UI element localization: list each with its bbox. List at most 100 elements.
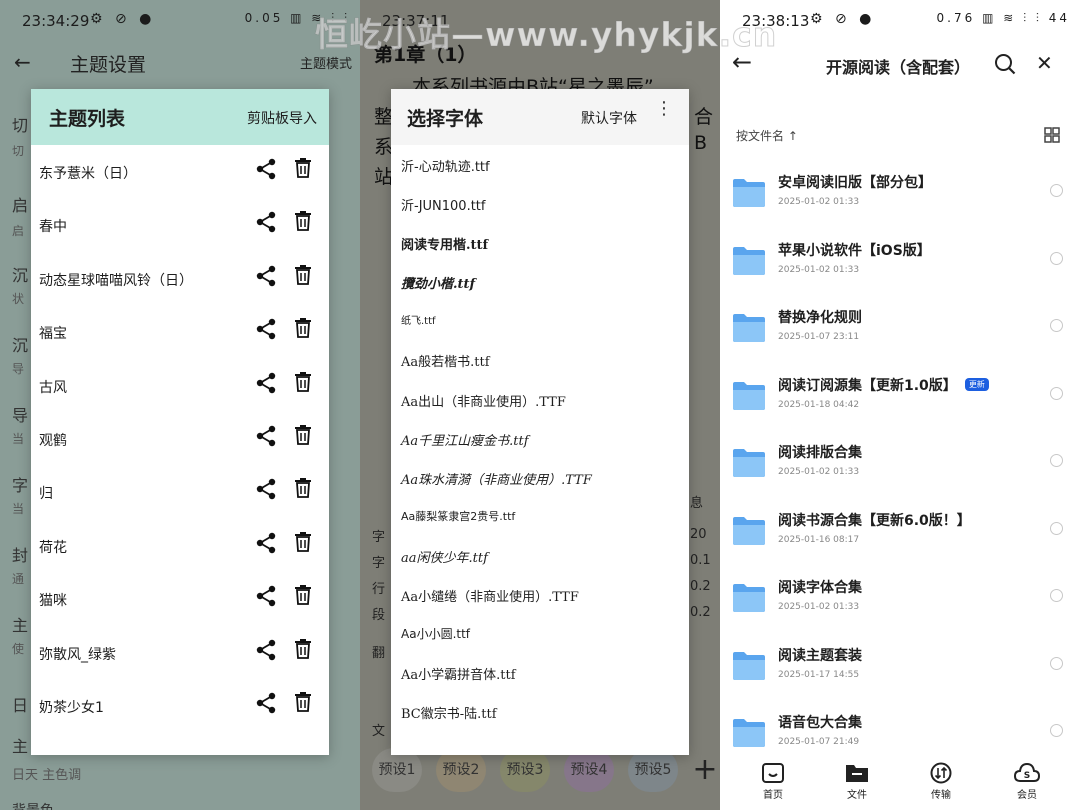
share-icon[interactable]	[255, 265, 277, 287]
delete-icon[interactable]	[293, 691, 313, 713]
font-list-item[interactable]: 沂-心动轨迹.ttf	[391, 145, 689, 184]
share-icon[interactable]	[255, 585, 277, 607]
bg-setting-label: 切	[12, 116, 29, 135]
bg-setting-label: 背景色	[12, 800, 54, 810]
font-name: Aa珠水清漪（非商业使用）.TTF	[401, 472, 592, 488]
close-icon[interactable]: ✕	[1036, 51, 1053, 75]
nav-member[interactable]: S 会员	[992, 762, 1062, 801]
folder-title: 开源阅读（含配套）	[826, 58, 971, 77]
bg-setting-label: 日	[12, 696, 29, 715]
folder-list-item[interactable]: 安卓阅读旧版【部分包】 2025-01-02 01:33	[720, 170, 1080, 237]
share-icon[interactable]	[255, 639, 277, 661]
theme-name: 荷花	[39, 539, 67, 556]
select-radio[interactable]	[1050, 521, 1063, 535]
font-list-item[interactable]: aa闲侠少年.ttf	[391, 536, 689, 575]
theme-list-item[interactable]: 东予薏米（日）	[31, 145, 329, 198]
folder-list-item[interactable]: 苹果小说软件【iOS版】 2025-01-02 01:33	[720, 238, 1080, 305]
folder-list-item[interactable]: 阅读主题套装 2025-01-17 14:55	[720, 643, 1080, 710]
clipboard-import-button[interactable]: 剪贴板导入	[247, 108, 317, 128]
theme-list-item[interactable]: 归	[31, 465, 329, 518]
font-list-item[interactable]: Aa藤梨篆隶宫2贵号.ttf	[391, 497, 689, 536]
nav-transfer[interactable]: 传输	[906, 762, 976, 801]
delete-icon[interactable]	[293, 638, 313, 660]
theme-list-item[interactable]: 福宝	[31, 305, 329, 358]
theme-name: 东予薏米（日）	[39, 166, 137, 182]
theme-list-item[interactable]: 古风	[31, 359, 329, 412]
sort-by-name-button[interactable]: 按文件名 ↑	[736, 127, 798, 144]
delete-icon[interactable]	[293, 531, 313, 553]
font-list-item[interactable]: Aa小缱绻（非商业使用）.TTF	[391, 575, 689, 614]
font-name: 沂-心动轨迹.ttf	[401, 160, 490, 175]
back-arrow-icon[interactable]: ←	[14, 50, 31, 74]
select-radio[interactable]	[1050, 386, 1063, 400]
select-radio[interactable]	[1050, 724, 1063, 737]
delete-icon[interactable]	[293, 157, 313, 179]
share-icon[interactable]	[255, 318, 277, 340]
select-radio[interactable]	[1050, 656, 1063, 670]
delete-icon[interactable]	[293, 477, 313, 499]
folder-name: 阅读订阅源集【更新1.0版】 更新	[778, 375, 989, 395]
font-list-item[interactable]: Aa千里江山瘦金书.ttf	[391, 419, 689, 458]
font-list-item[interactable]: Aa出山（非商业使用）.TTF	[391, 380, 689, 419]
nav-files[interactable]: 文件	[822, 762, 892, 801]
folder-list-item[interactable]: 替换净化规则 2025-01-07 23:11	[720, 305, 1080, 372]
folder-list-item[interactable]: 阅读字体合集 2025-01-02 01:33	[720, 575, 1080, 642]
theme-list-item[interactable]: 奶茶少女1	[31, 679, 329, 732]
share-icon[interactable]	[255, 211, 277, 233]
theme-list-item[interactable]: 动态星球喵喵风铃（日）	[31, 252, 329, 305]
nav-home[interactable]: 首页	[738, 762, 808, 801]
folder-name: 阅读主题套装	[778, 647, 862, 664]
theme-list-item[interactable]: 春中	[31, 198, 329, 251]
share-icon[interactable]	[255, 425, 277, 447]
select-radio[interactable]	[1050, 184, 1063, 197]
status-notification-icons: ⚙ ⊘ ●	[810, 11, 876, 27]
folder-name: 阅读书源合集【更新6.0版！】	[778, 512, 971, 529]
bg-setting-sub: 状	[12, 292, 25, 306]
font-list-item[interactable]: Aa般若楷书.ttf	[391, 340, 689, 379]
bg-setting-sub: 启	[12, 224, 25, 238]
font-list-item[interactable]: Aa小学霸拼音体.ttf	[391, 653, 689, 692]
font-name: 攬劲小楷.ttf	[401, 277, 476, 293]
share-icon[interactable]	[255, 478, 277, 500]
font-list-item[interactable]: 沂-JUN100.ttf	[391, 184, 689, 223]
theme-name: 猫咪	[39, 593, 67, 610]
theme-settings-panel: 23:34:29 ⚙ ⊘ ● 0.05 ▥ ≋ ⫶ ⫶ ← 主题设置 主题模式 …	[0, 0, 360, 810]
theme-list-item[interactable]: 弥散风_绿紫	[31, 626, 329, 679]
grid-view-icon[interactable]	[1044, 127, 1060, 143]
select-radio[interactable]	[1050, 319, 1063, 332]
font-list-item[interactable]: 攬劲小楷.ttf	[391, 262, 689, 301]
share-icon[interactable]	[255, 532, 277, 554]
folder-list-item[interactable]: 阅读书源合集【更新6.0版！】 2025-01-16 08:17	[720, 508, 1080, 575]
more-options-icon[interactable]: ⋮	[655, 100, 673, 118]
folder-date: 2025-01-17 14:55	[778, 669, 860, 680]
theme-list-item[interactable]: 猫咪	[31, 572, 329, 625]
add-preset-button[interactable]: +	[690, 748, 720, 792]
font-list-item[interactable]: Aa小小圆.ttf	[391, 614, 689, 653]
font-list: 沂-心动轨迹.ttf 沂-JUN100.ttf 阅读专用楷.ttf 攬劲小楷.ttf 纸…	[391, 145, 689, 731]
share-icon[interactable]	[255, 158, 277, 180]
bg-setting-sub: 日天 主色调	[12, 768, 82, 783]
delete-icon[interactable]	[293, 264, 313, 286]
select-radio[interactable]	[1050, 251, 1063, 265]
share-icon[interactable]	[255, 692, 277, 714]
font-list-item[interactable]: 阅读专用楷.ttf	[391, 223, 689, 262]
delete-icon[interactable]	[293, 424, 313, 446]
share-icon[interactable]	[255, 372, 277, 394]
font-list-item[interactable]: 纸飞.ttf	[391, 301, 689, 340]
select-radio[interactable]	[1050, 589, 1063, 602]
folder-list-item[interactable]: 阅读排版合集 2025-01-02 01:33	[720, 440, 1080, 507]
delete-icon[interactable]	[293, 210, 313, 232]
select-radio[interactable]	[1050, 454, 1063, 467]
folder-list-item[interactable]: 阅读订阅源集【更新1.0版】 更新 2025-01-18 04:42	[720, 373, 1080, 440]
delete-icon[interactable]	[293, 317, 313, 339]
dialog-header: 主题列表 剪贴板导入	[31, 89, 329, 145]
svg-text:S: S	[1024, 771, 1030, 781]
theme-list-item[interactable]: 荷花	[31, 519, 329, 572]
delete-icon[interactable]	[293, 584, 313, 606]
theme-list-item[interactable]: 观鹤	[31, 412, 329, 465]
font-list-item[interactable]: BC徽宗书-陆.ttf	[391, 692, 689, 731]
delete-icon[interactable]	[293, 371, 313, 393]
font-list-item[interactable]: Aa珠水清漪（非商业使用）.TTF	[391, 458, 689, 497]
search-icon[interactable]	[994, 53, 1016, 75]
default-font-button[interactable]: 默认字体	[581, 108, 637, 128]
